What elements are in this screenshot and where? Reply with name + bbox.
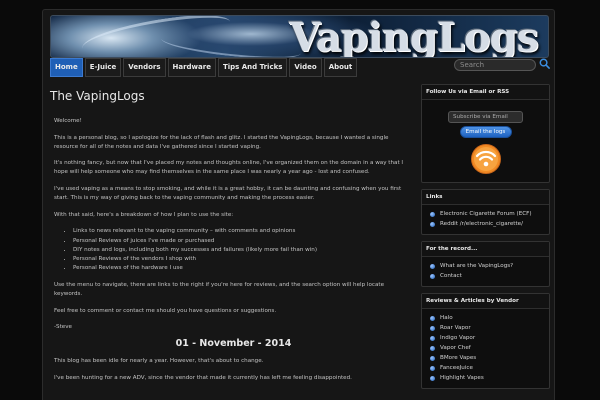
nav-vendors[interactable]: Vendors [123, 58, 166, 77]
list-item: Personal Reviews of juices I've made or … [73, 237, 413, 246]
bullet-icon [430, 375, 435, 381]
bullet-icon [430, 263, 435, 269]
link-contact[interactable]: Contact [430, 271, 541, 281]
bullet-icon [430, 315, 435, 321]
record-widget: For the record... What are the VapingLog… [421, 241, 550, 287]
site-banner[interactable]: VapingLogs [50, 15, 549, 58]
nav-hardware[interactable]: Hardware [167, 58, 216, 77]
article-body: Welcome! This is a personal blog, so I a… [54, 117, 413, 383]
list-item: Personal Reviews of the hardware I use [73, 264, 413, 273]
bullet-icon [430, 355, 435, 361]
sidebar: Follow Us via Email or RSS Subscribe via… [421, 84, 550, 395]
links-widget: Links Electronic Cigarette Forum (ECF) R… [421, 189, 550, 235]
widget-title: Reviews & Articles by Vendor [422, 294, 549, 309]
vendor-link[interactable]: FanceeJuice [430, 363, 541, 373]
list-item: Personal Reviews of the vendors I shop w… [73, 255, 413, 264]
email-the-logs-button[interactable]: Email the logs [459, 126, 512, 138]
page-title: The VapingLogs [50, 89, 145, 103]
link-ecf[interactable]: Electronic Cigarette Forum (ECF) [430, 209, 541, 219]
site-logo[interactable]: VapingLogs [289, 16, 539, 57]
vendor-link[interactable]: Vapor Chef [430, 343, 541, 353]
link-what-are-vapinglogs[interactable]: What are the VapingLogs? [430, 261, 541, 271]
vendor-link[interactable]: Roar Vapor [430, 323, 541, 333]
signature: -Steve [54, 324, 72, 331]
main-nav: Home E-Juice Vendors Hardware Tips And T… [50, 58, 358, 77]
widget-title: Links [422, 190, 549, 205]
widget-title: Follow Us via Email or RSS [422, 85, 549, 100]
post-date-heading: 01 - November - 2014 [175, 338, 292, 350]
vendor-link[interactable]: Halo [430, 313, 541, 323]
vendor-link[interactable]: Highlight Vapes [430, 373, 541, 383]
bullet-icon [430, 365, 435, 371]
post-paragraph: I've been hunting for a new ADV, since t… [54, 374, 352, 381]
bullet-icon [430, 325, 435, 331]
intro-paragraph: This is a personal blog, so I apologize … [54, 134, 389, 150]
bullet-icon [430, 345, 435, 351]
main-content: The VapingLogs Welcome! This is a person… [47, 85, 413, 400]
subscribe-email-input[interactable]: Subscribe via Email [448, 111, 523, 123]
purpose-paragraph: I've used vaping as a means to stop smok… [54, 185, 402, 201]
post-paragraph: This blog has been idle for nearly a yea… [54, 357, 264, 364]
nav-video[interactable]: Video [289, 58, 322, 77]
vendor-link[interactable]: BMore Vapes [430, 353, 541, 363]
nav-home[interactable]: Home [50, 58, 83, 77]
search-input[interactable]: Search [454, 59, 536, 71]
nav-e-juice[interactable]: E-Juice [84, 58, 122, 77]
follow-widget: Follow Us via Email or RSS Subscribe via… [421, 84, 550, 183]
nav-tips-and-tricks[interactable]: Tips And Tricks [217, 58, 288, 77]
search-icon[interactable] [539, 58, 550, 69]
welcome-text: Welcome! [54, 118, 82, 124]
widget-title: For the record... [422, 242, 549, 257]
reviews-widget: Reviews & Articles by Vendor Halo Roar V… [421, 293, 550, 389]
plan-list: Links to news relevant to the vaping com… [73, 227, 413, 273]
link-reddit[interactable]: Reddit /r/electronic_cigarette/ [430, 219, 541, 229]
bullet-icon [430, 273, 435, 279]
navigation-paragraph: Use the menu to navigate, there are link… [54, 281, 385, 297]
contact-paragraph: Feel free to comment or contact me shoul… [54, 307, 277, 314]
notes-paragraph: It's nothing fancy, but now that I've pl… [54, 160, 404, 176]
list-item: Links to news relevant to the vaping com… [73, 227, 413, 236]
list-item: DIY notes and logs, including both my su… [73, 246, 413, 255]
rss-icon[interactable] [470, 144, 501, 174]
plan-paragraph: With that said, here's a breakdown of ho… [54, 211, 234, 218]
bullet-icon [430, 221, 435, 227]
bullet-icon [430, 211, 435, 217]
bullet-icon [430, 335, 435, 341]
nav-about[interactable]: About [323, 58, 358, 77]
vendor-link[interactable]: Indigo Vapor [430, 333, 541, 343]
